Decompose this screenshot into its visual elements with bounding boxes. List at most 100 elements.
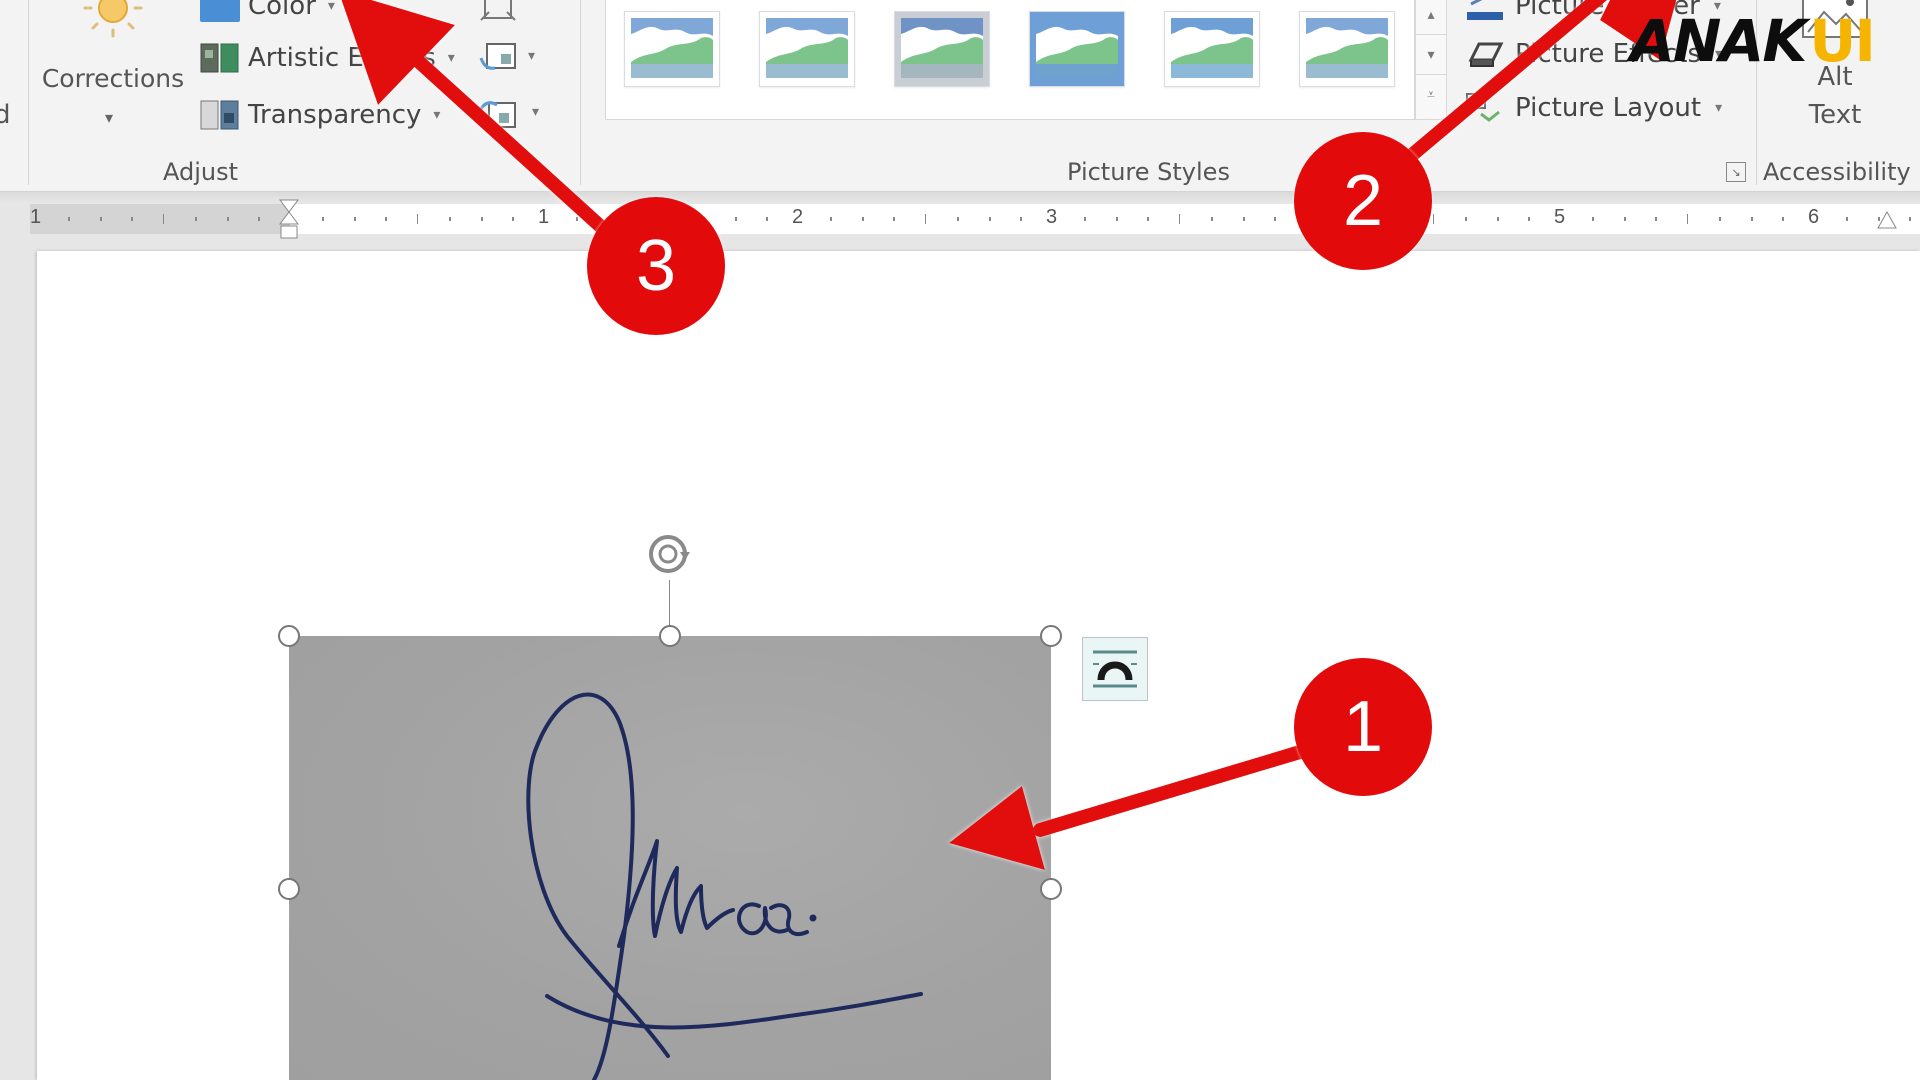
picture-layout-button[interactable]: Picture Layout ▾	[1465, 86, 1722, 130]
horizontal-ruler[interactable]: 1123456	[30, 199, 1920, 239]
gallery-scroll-up-button[interactable]: ▴	[1416, 0, 1446, 35]
rotate-icon[interactable]	[644, 528, 696, 580]
ruler-tick	[734, 217, 737, 221]
ruler-tick	[956, 217, 959, 221]
ruler-tick	[194, 217, 197, 221]
ruler-tick	[1496, 217, 1499, 221]
resize-handle[interactable]	[1040, 878, 1062, 900]
resize-handle[interactable]	[278, 625, 300, 647]
alt-text-label-line2: Text	[1808, 100, 1862, 130]
signature-image	[526, 692, 923, 1080]
ruler-tick	[512, 217, 515, 221]
transparency-button[interactable]: Transparency ▾	[200, 95, 440, 135]
ruler-tick	[1528, 217, 1531, 221]
ruler-tick	[163, 214, 164, 224]
picture-style-thumbnail[interactable]	[1299, 11, 1395, 87]
annotation-badge-2: 2	[1294, 132, 1432, 270]
artistic-effects-button[interactable]: Artistic Effects ▾	[200, 38, 455, 78]
chevron-down-icon: ▾	[433, 107, 441, 123]
watermark-brand-accent: UI	[1809, 7, 1876, 75]
ruler-tick	[99, 217, 102, 221]
ruler-tick	[829, 217, 832, 221]
ruler-tick	[353, 217, 356, 221]
ruler-number: 3	[1046, 206, 1058, 228]
ruler-tick	[766, 217, 769, 221]
ruler-number: 6	[1808, 206, 1820, 228]
picture-style-thumbnail[interactable]	[759, 11, 855, 87]
group-separator	[580, 0, 581, 185]
signature-picture[interactable]	[289, 636, 1051, 1080]
watermark-logo: ANAK UI	[1630, 7, 1876, 75]
right-indent-marker-icon[interactable]	[1876, 206, 1898, 256]
ruler-number: 5	[1554, 206, 1566, 228]
resize-handle[interactable]	[1040, 625, 1062, 647]
picture-effects-icon	[1465, 38, 1505, 70]
annotation-badge-1: 1	[1294, 658, 1432, 796]
layout-options-icon	[1093, 650, 1137, 688]
change-picture-icon[interactable]	[477, 40, 519, 76]
accessibility-group-label: Accessibility	[1763, 158, 1911, 186]
ruler-tick	[1623, 217, 1626, 221]
resize-handle[interactable]	[278, 878, 300, 900]
ruler-tick	[1083, 217, 1086, 221]
ruler-tick	[321, 217, 324, 221]
picture-layout-icon	[1465, 92, 1505, 124]
ruler-tick	[1655, 217, 1658, 221]
gallery-more-button[interactable]: ⩡	[1416, 75, 1446, 115]
picture-styles-group-label: Picture Styles	[1067, 158, 1230, 186]
gallery-scroll-down-button[interactable]: ▾	[1416, 35, 1446, 75]
indent-marker-icon[interactable]	[278, 198, 300, 248]
color-icon	[200, 0, 240, 22]
ruler-tick	[1687, 214, 1688, 224]
chevron-down-icon: ▾	[1427, 46, 1435, 63]
layout-options-button[interactable]	[1082, 637, 1148, 701]
color-button[interactable]: Color ▾	[200, 0, 335, 26]
sun-icon	[83, 0, 143, 38]
reset-picture-icon[interactable]	[477, 97, 519, 133]
ruler-tick	[385, 217, 388, 221]
picture-layout-label: Picture Layout	[1515, 93, 1702, 123]
picture-style-thumbnail[interactable]	[1164, 11, 1260, 87]
ruler-tick	[1433, 214, 1434, 224]
ruler-tick	[448, 217, 451, 221]
picture-border-icon	[1465, 0, 1505, 22]
picture-style-thumbnail[interactable]	[894, 11, 990, 87]
ruler-tick	[67, 217, 70, 221]
ruler-tick	[258, 217, 261, 221]
ruler-tick	[1115, 217, 1118, 221]
transparency-icon	[200, 99, 240, 131]
chevron-down-icon[interactable]: ▾	[532, 104, 539, 120]
watermark-brand-dark: ANAK	[1630, 7, 1807, 75]
ruler-tick	[1718, 217, 1721, 221]
chevron-down-icon: ▾	[1715, 100, 1723, 116]
ruler-tick	[1242, 217, 1245, 221]
ruler-tick	[1020, 217, 1023, 221]
ruler-number: 1	[538, 206, 550, 228]
ruler-tick	[1591, 217, 1594, 221]
ruler-tick	[1782, 217, 1785, 221]
corrections-button[interactable]: Corrections ▾	[38, 0, 188, 135]
adjust-group-label: Adjust	[163, 158, 239, 186]
cut-off-label: d	[0, 100, 11, 130]
chevron-down-icon: ▾	[327, 0, 335, 14]
artistic-effects-icon	[200, 42, 240, 74]
chevron-down-icon[interactable]: ▾	[528, 48, 535, 64]
dialog-launcher-icon[interactable]: ↘	[1726, 162, 1746, 182]
ruler-number: 1	[30, 206, 42, 228]
corrections-label: Corrections	[41, 64, 185, 93]
word-window: d Corrections ▾ Color ▾ Artistic Effects…	[0, 0, 1920, 1080]
ruler-tick	[480, 217, 483, 221]
group-separator	[28, 0, 29, 185]
ruler-tick	[925, 214, 926, 224]
chevron-down-icon: ▾	[105, 108, 114, 127]
compress-pictures-icon[interactable]	[477, 0, 519, 26]
ruler-tick	[1210, 217, 1213, 221]
ruler-tick	[1909, 217, 1912, 221]
resize-handle[interactable]	[659, 625, 681, 647]
more-icon: ⩡	[1427, 87, 1435, 103]
picture-style-thumbnail[interactable]	[624, 11, 720, 87]
picture-style-thumbnail[interactable]	[1029, 11, 1125, 87]
ruler-tick	[988, 217, 991, 221]
artistic-effects-label: Artistic Effects	[248, 43, 436, 73]
ruler-tick	[131, 217, 134, 221]
